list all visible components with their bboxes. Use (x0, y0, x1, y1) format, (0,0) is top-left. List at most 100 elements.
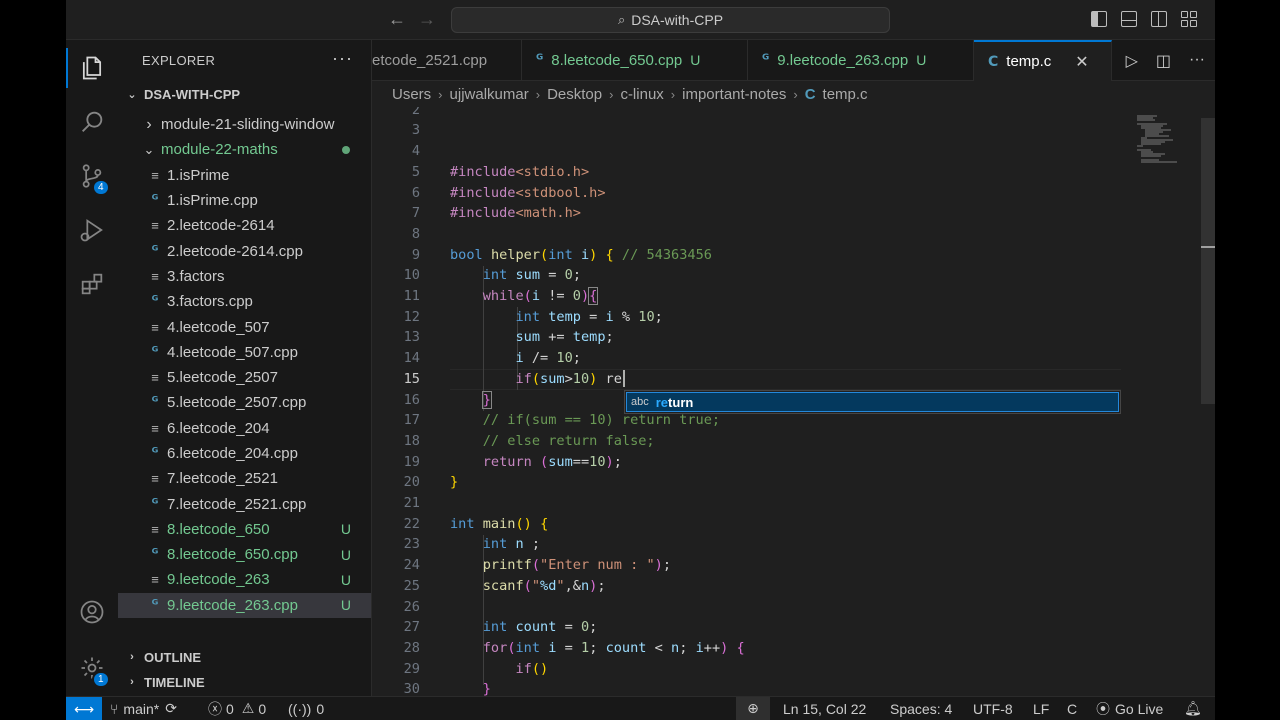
tab-leetcode-650[interactable]: ᴳ 8.leetcode_650.cpp U (522, 40, 748, 80)
timeline-section-header[interactable]: › TIMELINE (118, 670, 371, 694)
encoding[interactable]: UTF-8 (973, 697, 1013, 720)
line-number: 28 (403, 639, 420, 656)
tree-file[interactable]: ᴳ 1.isPrime.cpp (118, 188, 371, 213)
cpp-file-icon: ᴳ (762, 52, 770, 68)
explorer-sidebar: EXPLORER ··· ⌄ DSA-WITH-CPP › module-21-s… (118, 40, 372, 696)
problems-indicator[interactable]: ⓧ 0 ⚠ 0 (208, 697, 266, 720)
code-line: 19 return (sum==10); (372, 452, 1201, 473)
command-center-search[interactable]: ⌕ DSA-with-CPP (451, 7, 890, 33)
forward-arrow-icon[interactable]: → (418, 9, 436, 30)
sync-icon[interactable]: ⟳ (165, 700, 177, 717)
tree-file[interactable]: ≡ 3.factors (118, 264, 371, 289)
warning-icon: ⚠ (241, 700, 255, 716)
accounts-icon[interactable] (66, 588, 118, 636)
go-live-label: Go Live (1115, 700, 1164, 717)
tree-item-label: 3.factors (167, 267, 225, 285)
vscode-window: ← → ⌕ DSA-with-CPP 4 1 EXPLORER ··· ⌄ DS… (66, 0, 1215, 720)
breadcrumb-file[interactable]: temp.c (823, 86, 868, 103)
cursor-position[interactable]: Ln 15, Col 22 (783, 697, 866, 720)
breadcrumb-item[interactable]: Users (392, 86, 431, 103)
tree-folder[interactable]: › module-21-sliding-window (118, 112, 371, 137)
code-line: 26 (372, 597, 1201, 618)
toggle-panel-icon[interactable] (1121, 11, 1137, 27)
tree-file[interactable]: ≡ 7.leetcode_2521 (118, 466, 371, 491)
text-file-icon: ≡ (151, 420, 159, 436)
line-number: 27 (403, 619, 420, 636)
end-of-line[interactable]: LF (1033, 697, 1049, 720)
minimap-line (1141, 155, 1161, 157)
tree-file[interactable]: ≡ 5.leetcode_2507 (118, 365, 371, 390)
tree-file[interactable]: ᴳ 4.leetcode_507.cpp (118, 340, 371, 365)
outline-section-header[interactable]: › OUTLINE (118, 645, 371, 669)
tree-file[interactable]: ᴳ 7.leetcode_2521.cpp (118, 491, 371, 516)
run-and-debug-icon[interactable] (66, 206, 118, 254)
settings-gear-icon[interactable]: 1 (66, 644, 118, 692)
search-icon: ⌕ (617, 12, 626, 27)
run-icon[interactable]: ▷ (1126, 51, 1138, 71)
bell-icon[interactable]: 🔔︎ (1184, 697, 1202, 720)
tree-file[interactable]: ≡ 8.leetcode_650 U (118, 517, 371, 542)
more-actions-icon[interactable]: ··· (1189, 51, 1205, 71)
text-cursor (622, 370, 625, 388)
breadcrumb-item[interactable]: ujjwalkumar (450, 86, 529, 103)
breadcrumb-item[interactable]: c-linux (620, 86, 663, 103)
tree-file[interactable]: ᴳ 5.leetcode_2507.cpp (118, 390, 371, 415)
zoom-icon[interactable]: ⊕ (736, 697, 770, 720)
toggle-primary-sidebar-icon[interactable] (1091, 11, 1107, 27)
tab-leetcode-263[interactable]: ᴳ 9.leetcode_263.cpp U (748, 40, 974, 80)
cpp-file-icon: ᴳ (151, 446, 159, 461)
code-line: 20} (372, 472, 1201, 493)
language-mode[interactable]: C (1067, 697, 1077, 720)
breadcrumb-item[interactable]: important-notes (682, 86, 786, 103)
breadcrumb: Users › ujjwalkumar › Desktop › c-linux › import… (372, 81, 1215, 107)
tree-file[interactable]: ᴳ 2.leetcode-2614.cpp (118, 238, 371, 263)
scrollbar-cursor-marker (1201, 246, 1215, 248)
code-editor[interactable]: 2 3 4 5 #include<stdio.h> 6 #include<stdbo… (372, 107, 1201, 696)
settings-badge: 1 (92, 671, 110, 688)
vertical-scrollbar[interactable] (1201, 118, 1215, 404)
extensions-icon[interactable] (66, 260, 118, 308)
search-icon[interactable] (66, 98, 118, 146)
cpp-file-icon: ᴳ (151, 243, 159, 259)
chevron-down-icon: ⌄ (143, 141, 155, 157)
back-arrow-icon[interactable]: ← (388, 9, 406, 30)
tree-file[interactable]: ≡ 2.leetcode-2614 (118, 213, 371, 238)
text-file-icon: ≡ (151, 521, 159, 537)
tree-file[interactable]: ᴳ 3.factors.cpp (118, 289, 371, 314)
close-icon[interactable]: ✕ (1075, 52, 1088, 72)
c-file-icon: C (988, 53, 999, 70)
go-live-button[interactable]: ⦿ Go Live (1096, 697, 1163, 720)
split-editor-icon[interactable]: ◫ (1156, 51, 1171, 71)
code-line: 12 int temp = i % 10; (372, 307, 1201, 328)
tree-file[interactable]: ≡ 9.leetcode_263 U (118, 567, 371, 592)
indentation[interactable]: Spaces: 4 (890, 697, 952, 720)
tree-file[interactable]: ᴳ 8.leetcode_650.cpp U (118, 542, 371, 567)
tree-folder[interactable]: ⌄ module-22-maths (118, 137, 371, 162)
editor-actions: ▷ ◫ ··· (1126, 51, 1205, 71)
branch-name: main* (123, 700, 160, 717)
tree-file[interactable]: ≡ 4.leetcode_507 (118, 314, 371, 339)
more-actions-icon[interactable]: ··· (332, 48, 353, 69)
code-line: 25 scanf("%d",&n); (372, 576, 1201, 597)
ports-indicator[interactable]: ((·)) 0 (288, 697, 324, 720)
git-branch[interactable]: ⑂ main* ⟳ (110, 697, 177, 720)
line-number: 29 (403, 660, 420, 677)
customize-layout-icon[interactable] (1181, 11, 1197, 27)
tab-temp-c[interactable]: C temp.c ✕ (974, 40, 1112, 81)
tab-leetcode-2521[interactable]: etcode_2521.cpp (372, 40, 522, 80)
breadcrumb-item[interactable]: Desktop (547, 86, 602, 103)
remote-indicator-icon[interactable]: ⟷ (66, 697, 102, 720)
source-control-icon[interactable]: 4 (66, 152, 118, 200)
toggle-secondary-sidebar-icon[interactable] (1151, 11, 1167, 27)
suggestion-item-return[interactable]: abc re turn (626, 392, 1119, 412)
tree-file[interactable]: ≡ 6.leetcode_204 (118, 416, 371, 441)
line-number: 10 (403, 267, 420, 284)
tree-file[interactable]: ≡ 1.isPrime (118, 163, 371, 188)
tab-label: etcode_2521.cpp (372, 51, 488, 69)
tree-file[interactable]: ᴳ 9.leetcode_263.cpp U (118, 592, 371, 618)
tree-file[interactable]: ᴳ 6.leetcode_204.cpp (118, 441, 371, 466)
workspace-name: DSA-with-CPP (631, 12, 724, 28)
explorer-icon[interactable] (66, 44, 118, 92)
minimap[interactable] (1133, 107, 1201, 167)
workspace-root-header[interactable]: ⌄ DSA-WITH-CPP (118, 82, 371, 106)
